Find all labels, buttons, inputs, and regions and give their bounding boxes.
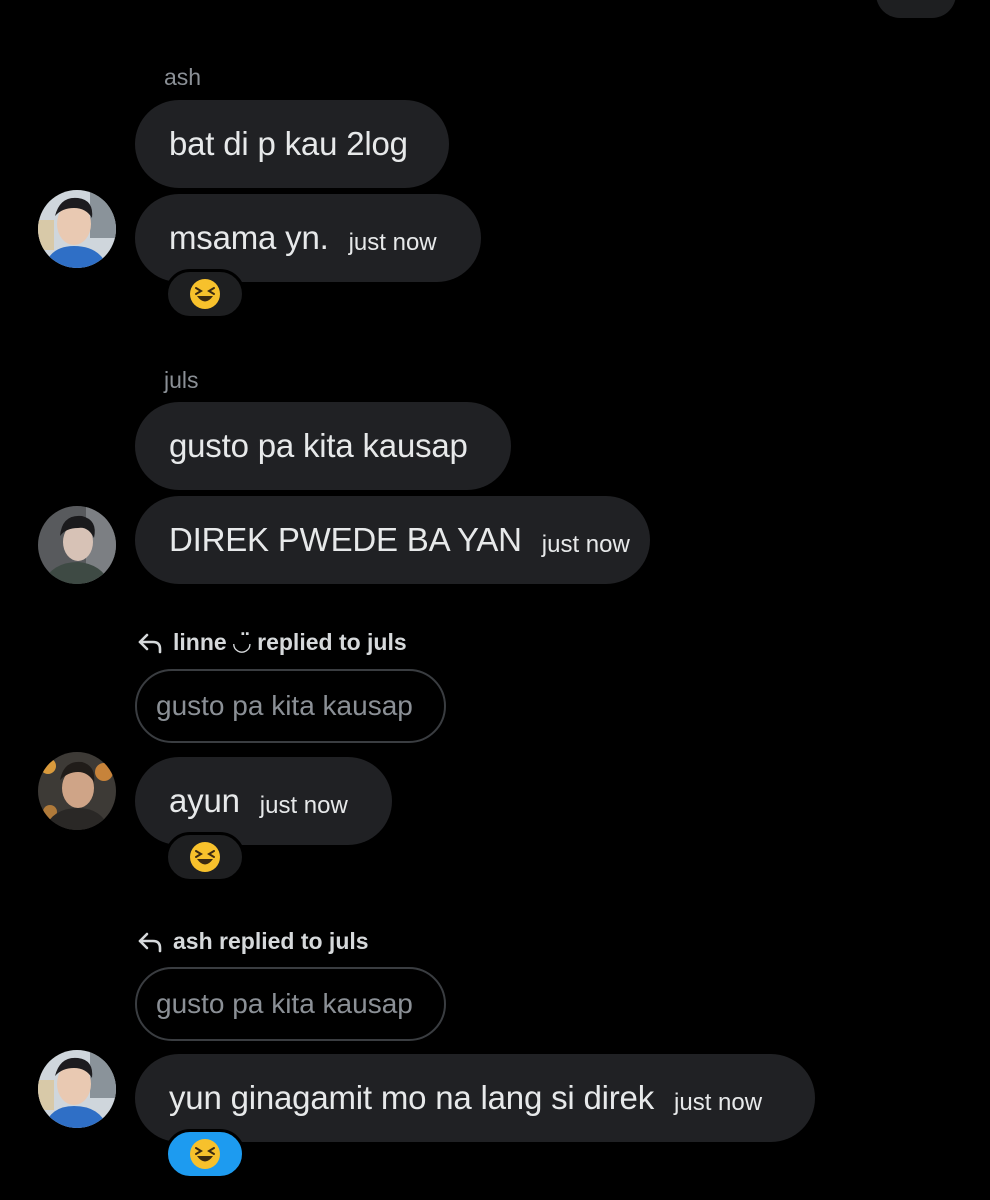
sender-name: juls [164,367,199,393]
user-avatar-photo [38,1050,116,1128]
user-avatar-photo [38,506,116,584]
reply-arrow-icon [138,633,162,653]
laughing-emoji-icon [190,842,220,872]
reply-arrow-icon [138,932,162,952]
reaction-chip-selected[interactable] [165,1129,245,1179]
message-text: yun ginagamit mo na lang si direk [169,1079,655,1116]
message-bubble[interactable]: ayun just now [135,757,392,845]
reaction-chip[interactable] [165,269,245,319]
message-text: gusto pa kita kausap [169,427,468,464]
quoted-message[interactable]: gusto pa kita kausap [135,967,446,1041]
message-bubble[interactable]: bat di p kau 2log [135,100,449,188]
sender-name: ash [164,64,202,90]
reaction-chip[interactable] [165,832,245,882]
reply-header-text: linne ◡̈ replied to juls [173,629,407,655]
message-bubble[interactable]: gusto pa kita kausap [135,402,511,490]
reaction-chip-partial[interactable] [876,0,956,18]
laughing-emoji-icon [876,0,956,18]
reply-header: ash replied to juls [137,928,369,955]
chat-thread: ash bat di p kau 2log msama yn. just now… [0,0,990,1200]
timestamp: just now [259,792,348,819]
message-text: DIREK PWEDE BA YAN [169,521,522,558]
timestamp: just now [348,229,437,256]
avatar[interactable] [38,190,116,268]
avatar[interactable] [38,506,116,584]
laughing-emoji-icon [190,279,220,309]
message-bubble[interactable]: yun ginagamit mo na lang si direk just n… [135,1054,815,1142]
message-text: ayun [169,782,240,819]
message-bubble[interactable]: DIREK PWEDE BA YAN just now [135,496,650,584]
reply-header: linne ◡̈ replied to juls [137,629,407,656]
reply-header-text: ash replied to juls [173,928,369,954]
user-avatar-photo [38,752,116,830]
avatar[interactable] [38,752,116,830]
laughing-emoji-icon [190,1139,220,1169]
avatar[interactable] [38,1050,116,1128]
message-text: bat di p kau 2log [169,125,408,162]
timestamp: just now [541,531,630,558]
quoted-message[interactable]: gusto pa kita kausap [135,669,446,743]
user-avatar-photo [38,190,116,268]
timestamp: just now [674,1089,763,1116]
message-text: msama yn. [169,219,329,256]
